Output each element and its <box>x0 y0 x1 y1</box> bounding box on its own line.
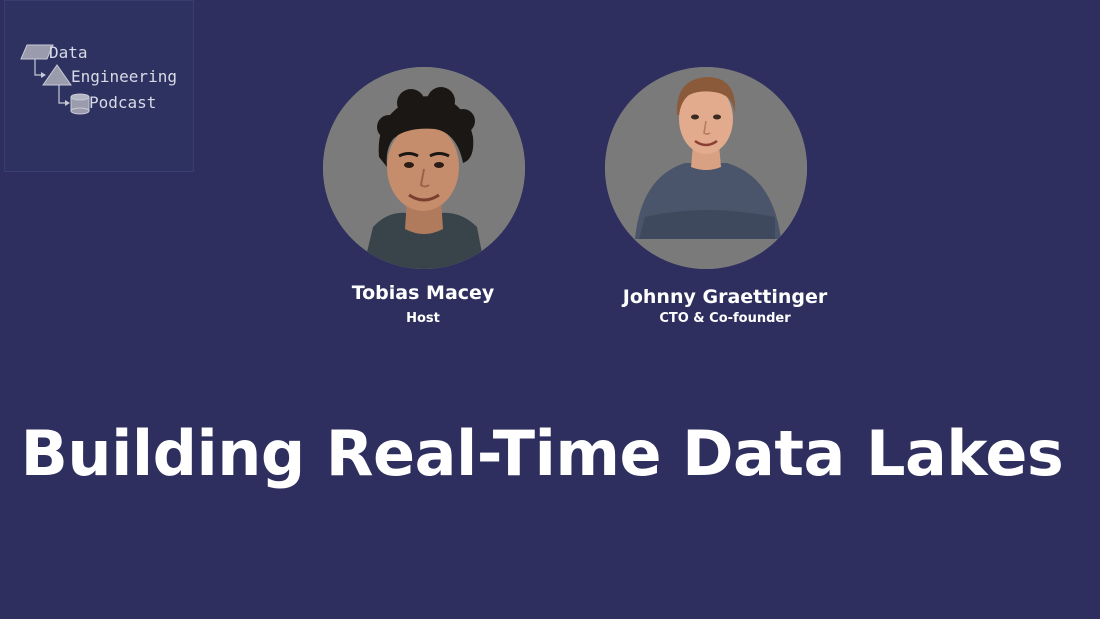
guest-name: Johnny Graettinger <box>622 286 828 308</box>
host-avatar-icon <box>323 67 525 269</box>
logo-flowchart-icon <box>20 44 90 115</box>
guest-role: CTO & Co-founder <box>659 311 791 326</box>
logo-text-engineering: Engineering <box>71 67 177 86</box>
logo-text-data: Data <box>49 43 88 62</box>
podcast-logo: Data Engineering Podcast <box>4 0 194 172</box>
logo-text-podcast: Podcast <box>89 93 157 112</box>
guest-avatar-icon <box>605 67 807 269</box>
episode-title: Building Real-Time Data Lakes <box>20 417 1064 490</box>
host-role: Host <box>406 311 440 326</box>
guest-portrait <box>605 67 807 269</box>
host-name: Tobias Macey <box>351 282 495 304</box>
host-portrait <box>323 67 525 269</box>
